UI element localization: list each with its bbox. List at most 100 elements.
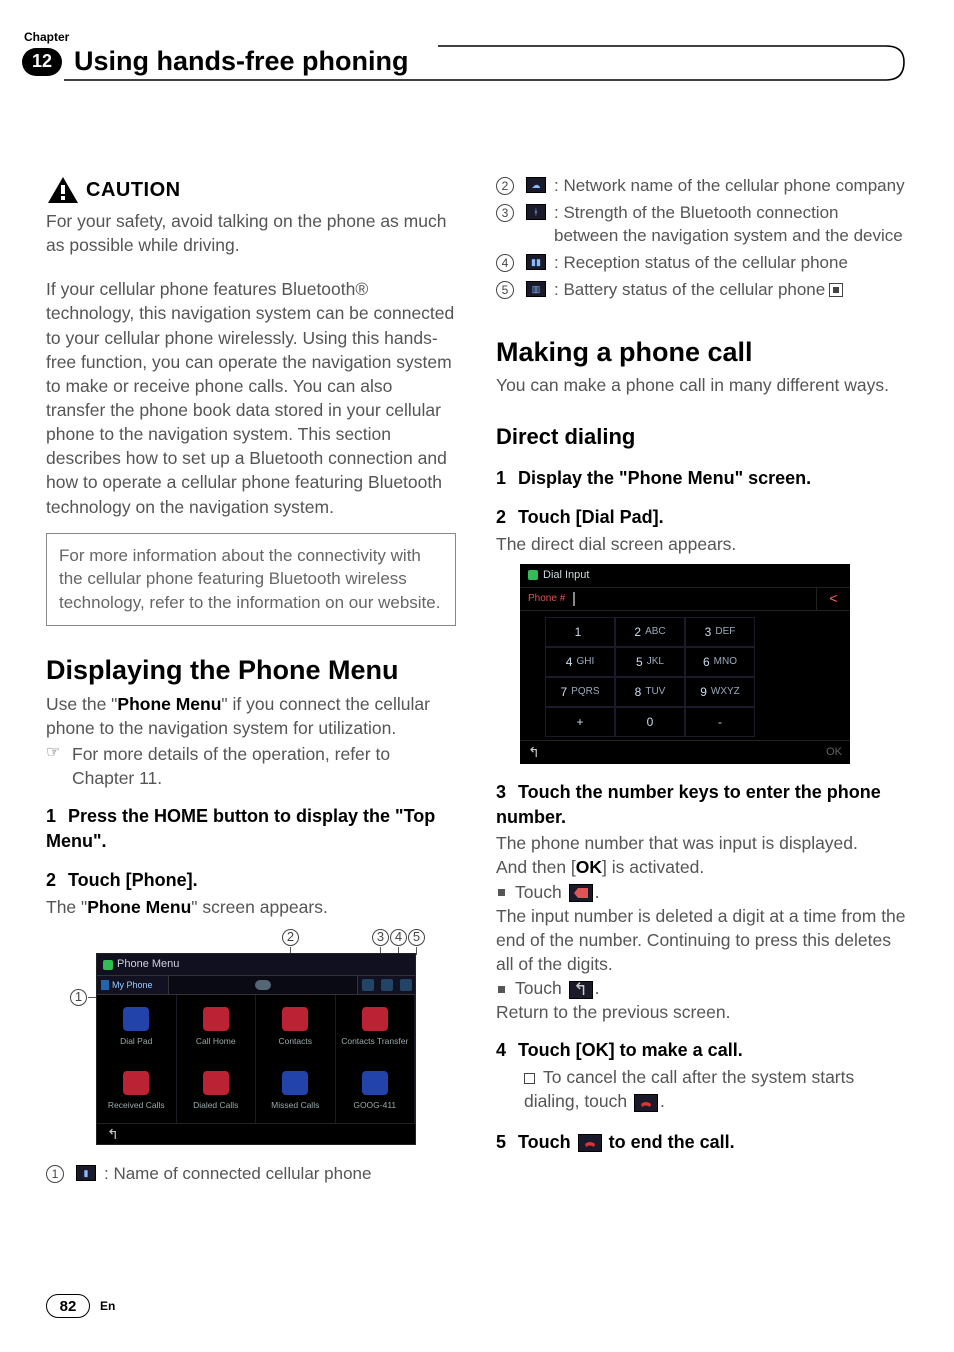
key-plus[interactable]: + <box>545 707 615 737</box>
dd-touch-backspace: Touch . <box>496 880 906 904</box>
right-column: 2 ☁ : Network name of the cellular phone… <box>496 175 906 1190</box>
chapter-header: Chapter 12 Using hands-free phoning <box>34 30 908 77</box>
hangup-inline-icon-2 <box>578 1134 602 1152</box>
dd-step-4: 4Touch [OK] to make a call. <box>496 1038 906 1063</box>
hangup-inline-icon <box>634 1094 658 1112</box>
battery-legend-icon: ▥ <box>526 281 546 297</box>
circled-2-icon: 2 <box>496 177 514 195</box>
section-end-icon <box>829 283 843 297</box>
dial-ok-button[interactable]: OK <box>826 745 842 760</box>
dd-step-1: 1Display the "Phone Menu" screen. <box>496 466 906 491</box>
menu-dialed-calls[interactable]: Dialed Calls <box>177 1059 257 1123</box>
pointer-text: For more details of the operation, refer… <box>72 742 456 790</box>
phone-menu-screen: Phone Menu My Phone Dial Pad Call Home C… <box>96 953 416 1145</box>
key-9[interactable]: 9WXYZ <box>685 677 755 707</box>
menu-received-calls[interactable]: Received Calls <box>97 1059 177 1123</box>
circled-1-icon: 1 <box>46 1165 64 1183</box>
phone-menu-title-bar: Phone Menu <box>97 954 415 975</box>
key-5[interactable]: 5JKL <box>615 647 685 677</box>
callout-1: 1 <box>70 989 87 1006</box>
key-4[interactable]: 4GHI <box>545 647 615 677</box>
key-2[interactable]: 2ABC <box>615 617 685 647</box>
key-8[interactable]: 8TUV <box>615 677 685 707</box>
menu-contacts-transfer[interactable]: Contacts Transfer <box>336 995 416 1059</box>
key-0[interactable]: 0 <box>615 707 685 737</box>
dd-step-2: 2Touch [Dial Pad]. <box>496 505 906 530</box>
bt-strength-icon <box>362 979 374 991</box>
dd-touch-back: Touch ↰. <box>496 976 906 1000</box>
figure-phone-menu: 1 2 3 4 5 Phone Menu My Phone <box>70 929 430 1153</box>
page-language: En <box>100 1299 115 1313</box>
dd-step-3-line2: And then [OK] is activated. <box>496 855 906 879</box>
network-cloud-icon <box>255 980 271 990</box>
intro-paragraph: If your cellular phone features Bluetoot… <box>46 277 456 518</box>
circled-5-icon: 5 <box>496 281 514 299</box>
dial-keypad: 1 2ABC 3DEF 4GHI 5JKL 6MNO 7PQRS 8TUV 9W… <box>520 617 850 737</box>
section-heading-making-call: Making a phone call <box>496 338 906 368</box>
legend-5: 5 ▥ : Battery status of the cellular pho… <box>496 279 906 302</box>
menu-goog-411[interactable]: GOOG-411 <box>336 1059 416 1123</box>
reference-pointer: ☞ For more details of the operation, ref… <box>46 742 456 790</box>
backspace-inline-icon <box>569 884 593 902</box>
phone-icon <box>103 960 113 970</box>
bt-legend-icon: ᚼ <box>526 204 546 220</box>
circled-3-icon: 3 <box>496 204 514 222</box>
caution-heading: CAUTION <box>46 175 456 205</box>
legend-2: 2 ☁ : Network name of the cellular phone… <box>496 175 906 198</box>
dial-title: Dial Input <box>543 568 589 583</box>
heading-suffix: Phone Menu <box>238 655 399 685</box>
dd-step-3: 3Touch the number keys to enter the phon… <box>496 780 906 830</box>
figure-dial-input: Dial Input Phone # < 1 2ABC 3DEF 4GHI 5J… <box>520 564 850 764</box>
page-number: 82 <box>46 1294 90 1318</box>
menu-contacts[interactable]: Contacts <box>256 995 336 1059</box>
phone-menu-status-bar: My Phone <box>97 975 415 995</box>
signal-icon <box>381 979 393 991</box>
network-legend-icon: ☁ <box>526 177 546 193</box>
callout-2: 2 <box>282 929 299 946</box>
left-column: CAUTION For your safety, avoid talking o… <box>46 175 456 1190</box>
callout-5: 5 <box>408 929 425 946</box>
dd-step-3-line1: The phone number that was input is displ… <box>496 831 906 855</box>
back-icon: ↰ <box>107 1125 119 1144</box>
menu-call-home[interactable]: Call Home <box>177 995 257 1059</box>
dial-input-label: Phone # <box>520 592 573 606</box>
back-inline-icon: ↰ <box>569 981 593 999</box>
key-6[interactable]: 6MNO <box>685 647 755 677</box>
circled-4-icon: 4 <box>496 254 514 272</box>
dd-backspace-exp: The input number is deleted a digit at a… <box>496 904 906 976</box>
content-columns: CAUTION For your safety, avoid talking o… <box>46 175 908 1190</box>
making-call-intro: You can make a phone call in many differ… <box>496 373 906 397</box>
chapter-label: Chapter <box>24 30 908 44</box>
dd-step-4-sub: To cancel the call after the system star… <box>496 1065 906 1113</box>
phone-menu-title: Phone Menu <box>117 957 179 972</box>
dial-title-bar: Dial Input <box>520 564 850 587</box>
step-2-result: The "Phone Menu" screen appears. <box>46 895 456 919</box>
caution-label: CAUTION <box>86 177 181 205</box>
key-dash[interactable]: - <box>685 707 755 737</box>
key-1[interactable]: 1 <box>545 617 615 647</box>
dd-step-5: 5Touch to end the call. <box>496 1130 906 1155</box>
section-heading-phone-menu: Displaying the Phone Menu <box>46 656 456 686</box>
info-box: For more information about the connectiv… <box>46 533 456 626</box>
menu-missed-calls[interactable]: Missed Calls <box>256 1059 336 1123</box>
phone-menu-use-text: Use the "Phone Menu" if you connect the … <box>46 692 456 740</box>
key-3[interactable]: 3DEF <box>685 617 755 647</box>
callout-3: 3 <box>372 929 389 946</box>
menu-dial-pad[interactable]: Dial Pad <box>97 995 177 1059</box>
backspace-button[interactable]: < <box>816 588 850 610</box>
caution-body: For your safety, avoid talking on the ph… <box>46 209 456 257</box>
callout-4: 4 <box>390 929 407 946</box>
dial-back-button[interactable]: ↰ <box>528 743 540 762</box>
key-7[interactable]: 7PQRS <box>545 677 615 707</box>
text-cursor <box>573 592 575 606</box>
phone-menu-back[interactable]: ↰ <box>97 1123 415 1145</box>
heading-prefix: Displaying the <box>46 655 238 685</box>
note-bullet-icon <box>524 1073 535 1084</box>
page-footer: 82 En <box>46 1294 115 1318</box>
step-1: 1Press the HOME button to display the "T… <box>46 804 456 854</box>
legend-1: 1 ▮ : Name of connected cellular phone <box>46 1163 456 1186</box>
connected-device-name: My Phone <box>112 979 153 991</box>
pointer-arrow-icon: ☞ <box>46 742 64 764</box>
dial-input-row: Phone # < <box>520 587 850 611</box>
warning-triangle-icon <box>46 175 80 205</box>
